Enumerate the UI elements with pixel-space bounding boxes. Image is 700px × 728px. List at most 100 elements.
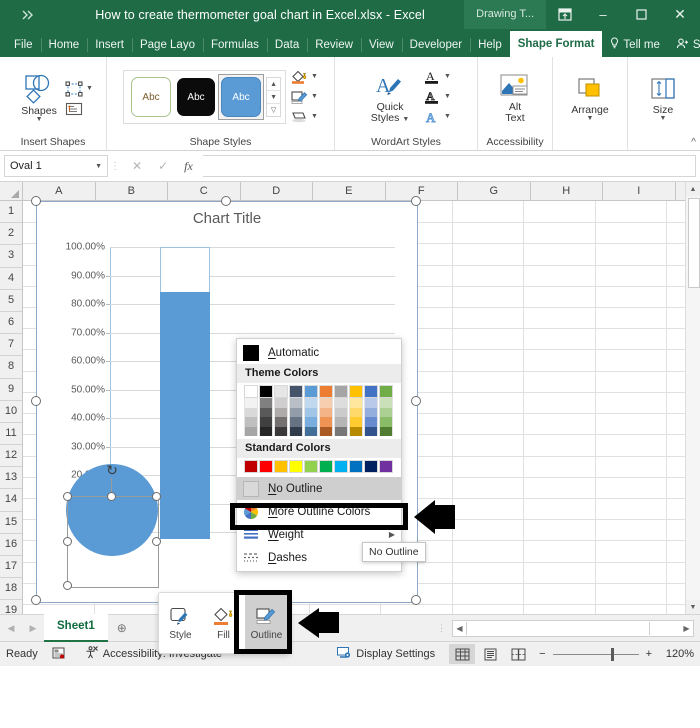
standard-color-swatch-8[interactable] bbox=[349, 460, 363, 473]
theme-color-swatch-7[interactable] bbox=[334, 385, 348, 398]
view-page-break-button[interactable] bbox=[505, 644, 531, 664]
shape-effects-button[interactable]: ▼ bbox=[290, 107, 318, 127]
gallery-scroll-up-icon[interactable]: ▲ bbox=[267, 78, 281, 91]
theme-color-swatch-1[interactable] bbox=[244, 385, 258, 398]
theme-color-swatch-3[interactable] bbox=[274, 385, 288, 398]
chart-handle-middle-left[interactable] bbox=[31, 396, 41, 406]
name-box[interactable]: Oval 1 ▼ bbox=[4, 155, 108, 177]
tab-review[interactable]: Review bbox=[307, 33, 361, 57]
maximize-button[interactable] bbox=[622, 0, 660, 29]
horizontal-scroll-thumb[interactable] bbox=[466, 621, 650, 635]
standard-colors-swatch-row[interactable] bbox=[237, 458, 401, 477]
quick-styles-chevron-down-icon[interactable]: ▼ bbox=[402, 116, 409, 123]
theme-color-variant-7-4[interactable] bbox=[334, 426, 348, 436]
scroll-up-icon[interactable]: ▲ bbox=[686, 182, 700, 196]
select-all-corner[interactable] bbox=[0, 182, 23, 200]
view-normal-button[interactable] bbox=[449, 644, 476, 664]
theme-color-variant-8-1[interactable] bbox=[349, 398, 363, 408]
row-header-1[interactable]: 1 bbox=[0, 201, 22, 224]
theme-color-variant-10-4[interactable] bbox=[379, 426, 393, 436]
theme-color-swatch-6[interactable] bbox=[319, 385, 333, 398]
tell-me-box[interactable]: Tell me bbox=[602, 33, 667, 57]
theme-color-swatch-10[interactable] bbox=[379, 385, 393, 398]
theme-color-variant-6-3[interactable] bbox=[319, 417, 333, 427]
row-header-4[interactable]: 4 bbox=[0, 267, 22, 290]
theme-color-variant-1-2[interactable] bbox=[244, 407, 258, 417]
hscroll-right-icon[interactable]: ▶ bbox=[680, 624, 693, 633]
shape-handle-bottom-left[interactable] bbox=[63, 581, 72, 590]
formula-input[interactable] bbox=[202, 155, 696, 177]
menu-item-no-outline[interactable]: No Outline bbox=[237, 477, 401, 500]
sheet-bar-splitter[interactable]: ⋮ bbox=[437, 623, 452, 634]
shape-handle-top-right[interactable] bbox=[152, 492, 161, 501]
mini-toolbar-outline-button[interactable]: Outline bbox=[245, 593, 288, 653]
text-fill-chevron-down-icon[interactable]: ▼ bbox=[444, 73, 451, 80]
theme-color-variant-9-2[interactable] bbox=[364, 407, 378, 417]
shape-handle-top-left[interactable] bbox=[63, 492, 72, 501]
theme-color-variant-4-3[interactable] bbox=[289, 417, 303, 427]
quick-styles-button[interactable]: A Quick Styles ▼ bbox=[361, 70, 419, 124]
row-header-10[interactable]: 10 bbox=[0, 400, 22, 423]
arrange-button[interactable]: Arrange ▼ bbox=[564, 73, 616, 122]
theme-color-variant-4-1[interactable] bbox=[289, 398, 303, 408]
theme-color-column-6[interactable] bbox=[319, 385, 333, 436]
tab-insert[interactable]: Insert bbox=[87, 33, 132, 57]
share-button[interactable]: Share bbox=[668, 33, 700, 57]
theme-color-variant-5-1[interactable] bbox=[304, 398, 318, 408]
view-page-layout-button[interactable] bbox=[477, 644, 503, 664]
theme-color-column-8[interactable] bbox=[349, 385, 363, 436]
theme-color-swatch-5[interactable] bbox=[304, 385, 318, 398]
tab-help[interactable]: Help bbox=[470, 33, 510, 57]
standard-color-swatch-1[interactable] bbox=[244, 460, 258, 473]
theme-color-variant-4-4[interactable] bbox=[289, 426, 303, 436]
alt-text-button[interactable]: Alt Text bbox=[489, 70, 541, 124]
text-box-button[interactable] bbox=[65, 99, 93, 119]
row-header-9[interactable]: 9 bbox=[0, 378, 22, 401]
standard-color-swatch-3[interactable] bbox=[274, 460, 288, 473]
gallery-more-icon[interactable]: ▽ bbox=[267, 104, 280, 116]
theme-color-variant-2-2[interactable] bbox=[259, 407, 273, 417]
theme-color-column-3[interactable] bbox=[274, 385, 288, 436]
theme-color-variant-2-1[interactable] bbox=[259, 398, 273, 408]
shape-style-option-3-selected[interactable]: Abc bbox=[218, 74, 265, 120]
row-header-2[interactable]: 2 bbox=[0, 223, 22, 246]
mini-toolbar[interactable]: Style Fill Outline bbox=[158, 592, 290, 654]
shape-handle-middle-right[interactable] bbox=[152, 537, 161, 546]
theme-color-variant-1-3[interactable] bbox=[244, 417, 258, 427]
chart-handle-bottom-left[interactable] bbox=[31, 595, 41, 605]
shape-fill-chevron-down-icon[interactable]: ▼ bbox=[311, 73, 318, 80]
zoom-out-button[interactable]: − bbox=[539, 648, 545, 660]
chart-handle-top-left[interactable] bbox=[31, 196, 41, 206]
theme-color-variant-6-2[interactable] bbox=[319, 407, 333, 417]
tab-home[interactable]: Home bbox=[40, 33, 88, 57]
shape-style-option-2[interactable]: Abc bbox=[177, 78, 216, 116]
chart-handle-bottom-right[interactable] bbox=[411, 595, 421, 605]
row-header-18[interactable]: 18 bbox=[0, 578, 22, 601]
theme-color-variant-3-2[interactable] bbox=[274, 407, 288, 417]
size-button[interactable]: Size ▼ bbox=[637, 73, 689, 122]
close-button[interactable]: ✕ bbox=[660, 0, 700, 29]
theme-color-variant-2-3[interactable] bbox=[259, 417, 273, 427]
tab-developer[interactable]: Developer bbox=[401, 33, 470, 57]
standard-color-swatch-6[interactable] bbox=[319, 460, 333, 473]
row-header-14[interactable]: 14 bbox=[0, 489, 22, 512]
theme-color-swatch-9[interactable] bbox=[364, 385, 378, 398]
contextual-tab-drawing-tools[interactable]: Drawing T... bbox=[464, 0, 546, 29]
theme-color-variant-6-4[interactable] bbox=[319, 426, 333, 436]
theme-color-variant-5-3[interactable] bbox=[304, 417, 318, 427]
theme-color-variant-7-2[interactable] bbox=[334, 407, 348, 417]
chart-handle-middle-right[interactable] bbox=[411, 396, 421, 406]
theme-color-variant-9-3[interactable] bbox=[364, 417, 378, 427]
column-header-f[interactable]: F bbox=[385, 182, 458, 200]
row-header-11[interactable]: 11 bbox=[0, 422, 22, 446]
shapes-chevron-down-icon[interactable]: ▼ bbox=[36, 116, 43, 123]
theme-color-column-2[interactable] bbox=[259, 385, 273, 436]
theme-color-variant-7-1[interactable] bbox=[334, 398, 348, 408]
hscroll-left-icon[interactable]: ◀ bbox=[453, 624, 466, 633]
edit-shape-chevron-down-icon[interactable]: ▼ bbox=[86, 85, 93, 92]
row-header-19[interactable]: 19 bbox=[0, 600, 22, 614]
shape-outline-dropdown-menu[interactable]: Automatic Theme Colors Standard Colors N… bbox=[236, 338, 402, 572]
zoom-level-label[interactable]: 120% bbox=[662, 648, 694, 660]
shape-fill-button[interactable]: ▼ bbox=[290, 67, 318, 87]
theme-color-variant-8-4[interactable] bbox=[349, 426, 363, 436]
